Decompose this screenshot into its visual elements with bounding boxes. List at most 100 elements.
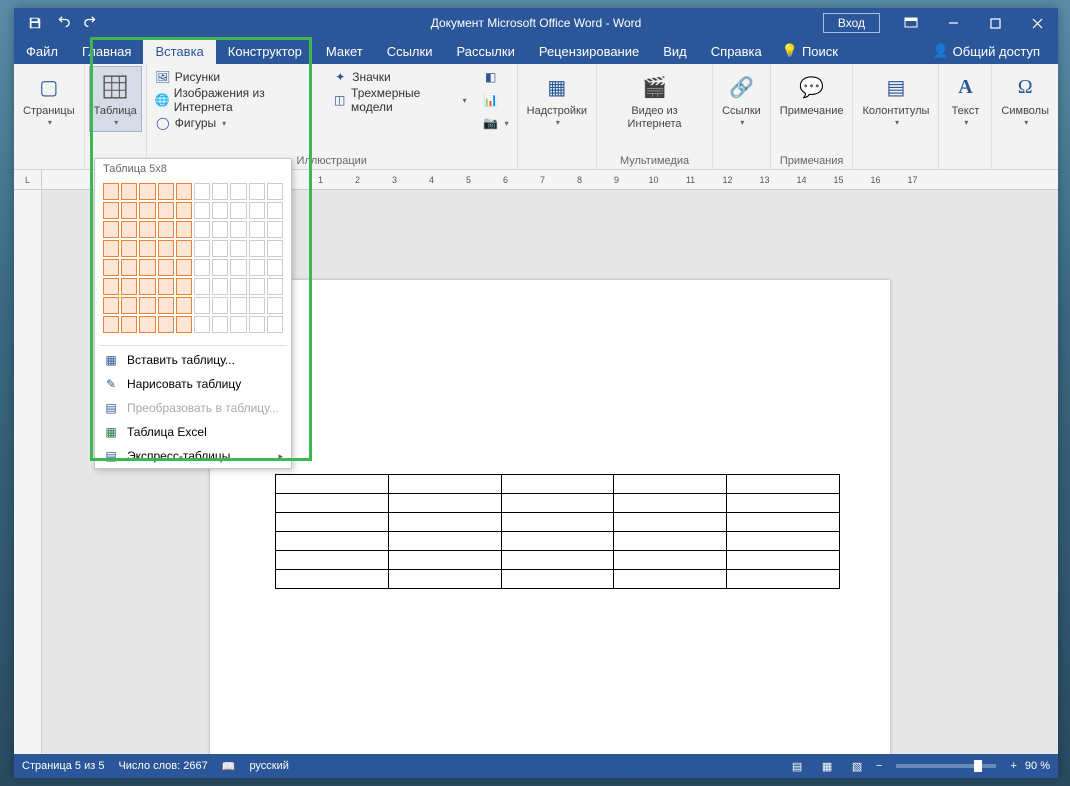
grid-picker-cell[interactable] (139, 259, 155, 276)
tab-layout[interactable]: Макет (314, 38, 375, 64)
grid-picker-cell[interactable] (176, 259, 192, 276)
screenshot-button[interactable]: 📷▾ (479, 112, 513, 134)
grid-picker-cell[interactable] (267, 278, 283, 295)
grid-picker-cell[interactable] (158, 221, 174, 238)
grid-picker-cell[interactable] (212, 316, 228, 333)
grid-picker-cell[interactable] (176, 240, 192, 257)
grid-picker-cell[interactable] (230, 259, 246, 276)
grid-picker-cell[interactable] (267, 240, 283, 257)
grid-picker-cell[interactable] (230, 316, 246, 333)
grid-picker-cell[interactable] (249, 221, 265, 238)
grid-picker-cell[interactable] (121, 202, 137, 219)
save-button[interactable] (24, 12, 46, 34)
grid-picker-cell[interactable] (158, 240, 174, 257)
comment-button[interactable]: 💬 Примечание (775, 66, 849, 123)
grid-picker-cell[interactable] (139, 240, 155, 257)
grid-picker-cell[interactable] (230, 297, 246, 314)
grid-picker-cell[interactable] (176, 316, 192, 333)
ribbon-options-button[interactable] (890, 8, 932, 38)
grid-picker-cell[interactable] (212, 278, 228, 295)
shapes-button[interactable]: ◯Фигуры▾ (151, 112, 320, 134)
grid-picker-cell[interactable] (121, 278, 137, 295)
grid-picker-cell[interactable] (103, 202, 119, 219)
smartart-button[interactable]: ◧ (479, 66, 513, 88)
grid-picker-cell[interactable] (103, 183, 119, 200)
grid-picker-cell[interactable] (212, 297, 228, 314)
tab-help[interactable]: Справка (699, 38, 774, 64)
grid-picker-cell[interactable] (194, 316, 210, 333)
grid-picker-cell[interactable] (121, 183, 137, 200)
grid-picker-cell[interactable] (194, 202, 210, 219)
grid-picker-cell[interactable] (121, 259, 137, 276)
grid-picker-cell[interactable] (139, 278, 155, 295)
grid-picker-cell[interactable] (230, 278, 246, 295)
tab-file[interactable]: Файл (14, 38, 70, 64)
grid-picker-cell[interactable] (194, 240, 210, 257)
grid-picker-cell[interactable] (176, 183, 192, 200)
grid-picker-cell[interactable] (249, 297, 265, 314)
grid-picker-cell[interactable] (194, 297, 210, 314)
grid-picker-cell[interactable] (194, 183, 210, 200)
minimize-button[interactable] (932, 8, 974, 38)
tab-view[interactable]: Вид (651, 38, 699, 64)
inserted-table[interactable] (275, 474, 840, 589)
grid-picker-cell[interactable] (194, 259, 210, 276)
grid-picker-cell[interactable] (121, 221, 137, 238)
page-status[interactable]: Страница 5 из 5 (22, 760, 104, 772)
excel-table-item[interactable]: ▦Таблица Excel (95, 420, 291, 444)
links-button[interactable]: 🔗 Ссылки ▾ (717, 66, 766, 132)
table-button[interactable]: Таблица ▾ (89, 66, 142, 132)
grid-picker-cell[interactable] (139, 221, 155, 238)
grid-picker-cell[interactable] (158, 316, 174, 333)
grid-picker-cell[interactable] (230, 202, 246, 219)
online-pictures-button[interactable]: 🌐Изображения из Интернета (151, 89, 320, 111)
insert-table-item[interactable]: ▦Вставить таблицу... (95, 348, 291, 372)
symbols-button[interactable]: Ω Символы ▾ (996, 66, 1054, 132)
undo-button[interactable] (52, 12, 74, 34)
grid-picker-cell[interactable] (103, 259, 119, 276)
header-footer-button[interactable]: ▤ Колонтитулы ▾ (857, 66, 934, 132)
grid-picker-cell[interactable] (103, 278, 119, 295)
grid-picker-cell[interactable] (249, 183, 265, 200)
redo-button[interactable] (80, 12, 102, 34)
grid-picker-cell[interactable] (267, 297, 283, 314)
grid-picker-cell[interactable] (103, 316, 119, 333)
grid-picker-cell[interactable] (194, 278, 210, 295)
grid-picker-cell[interactable] (121, 316, 137, 333)
grid-picker-cell[interactable] (212, 183, 228, 200)
tab-design[interactable]: Конструктор (216, 38, 314, 64)
vertical-ruler[interactable] (14, 190, 42, 754)
grid-picker-cell[interactable] (158, 278, 174, 295)
grid-picker-cell[interactable] (267, 316, 283, 333)
word-count[interactable]: Число слов: 2667 (118, 760, 207, 772)
print-layout-button[interactable]: ▦ (816, 756, 838, 776)
grid-picker-cell[interactable] (139, 297, 155, 314)
grid-picker-cell[interactable] (267, 259, 283, 276)
pages-button[interactable]: ▢ Страницы ▾ (18, 66, 80, 132)
grid-picker-cell[interactable] (103, 240, 119, 257)
grid-picker-cell[interactable] (212, 202, 228, 219)
grid-picker-cell[interactable] (139, 202, 155, 219)
language-status[interactable]: русский (249, 760, 288, 772)
tab-insert[interactable]: Вставка (143, 38, 215, 64)
sign-in-button[interactable]: Вход (823, 13, 880, 33)
grid-picker-cell[interactable] (267, 202, 283, 219)
share-button[interactable]: 👤Общий доступ (924, 41, 1048, 61)
online-video-button[interactable]: 🎬 Видео из Интернета (601, 66, 708, 136)
grid-picker-cell[interactable] (103, 221, 119, 238)
zoom-in-button[interactable]: + (1010, 760, 1016, 772)
grid-picker-cell[interactable] (139, 183, 155, 200)
grid-picker-cell[interactable] (176, 297, 192, 314)
grid-picker-cell[interactable] (212, 221, 228, 238)
close-button[interactable] (1016, 8, 1058, 38)
grid-picker-cell[interactable] (249, 278, 265, 295)
grid-picker-cell[interactable] (176, 202, 192, 219)
grid-picker-cell[interactable] (121, 240, 137, 257)
grid-picker-cell[interactable] (249, 202, 265, 219)
grid-picker-cell[interactable] (212, 259, 228, 276)
grid-picker-cell[interactable] (139, 316, 155, 333)
grid-picker-cell[interactable] (103, 297, 119, 314)
icons-button[interactable]: ✦Значки (328, 66, 470, 88)
read-mode-button[interactable]: ▤ (786, 756, 808, 776)
zoom-slider[interactable] (896, 764, 996, 768)
